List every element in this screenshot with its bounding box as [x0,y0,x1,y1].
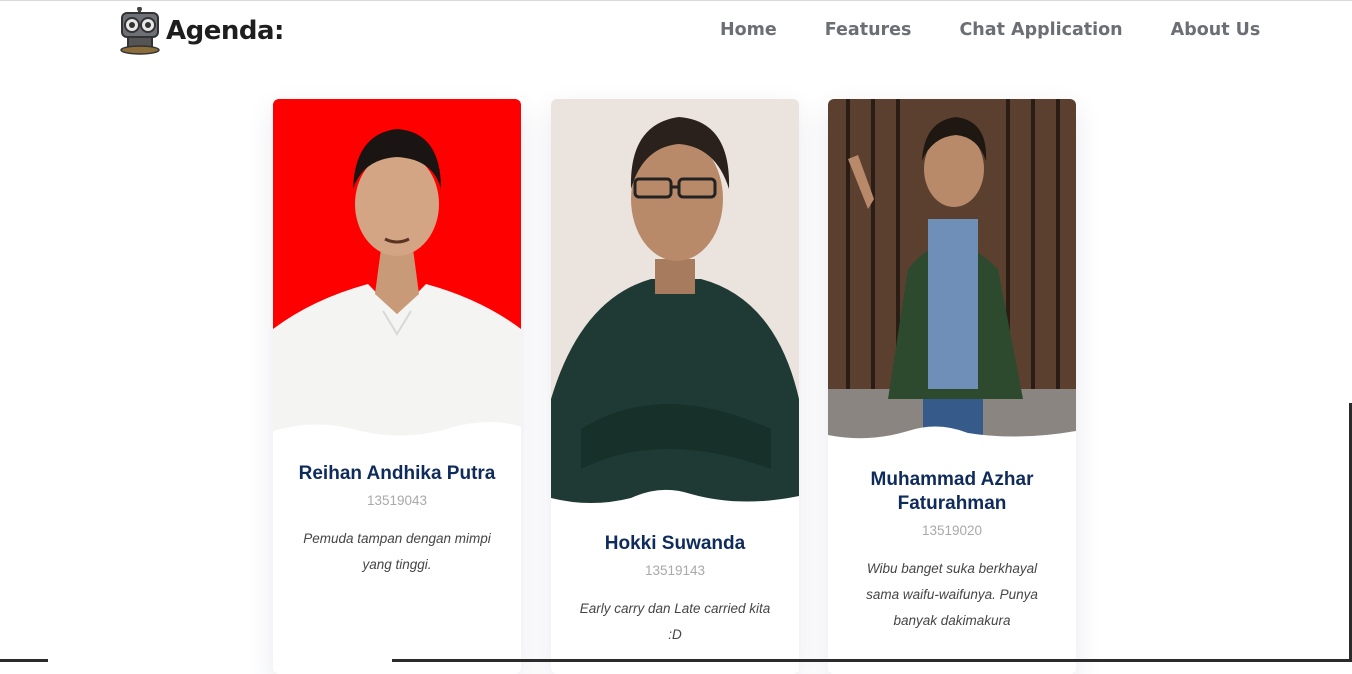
navbar: Agenda: Home Features Chat Application A… [0,1,1352,65]
nav-link-home[interactable]: Home [720,20,777,40]
member-description: Pemuda tampan dengan mimpi yang tinggi. [303,531,491,572]
member-photo [828,99,1076,457]
nav-link-features[interactable]: Features [825,20,912,40]
member-description: Wibu banget suka berkhayal sama waifu-wa… [866,561,1038,628]
member-nim: 13519143 [644,563,706,578]
member-nim: 13519043 [366,493,428,508]
member-name: Hokki Suwanda [604,533,746,554]
team-card: Hokki Suwanda 13519143 Early carry dan L… [551,99,799,674]
member-nim: 13519020 [921,523,983,538]
brand-name: Agenda: [166,16,284,46]
member-name: Muhammad Azhar Faturahman [870,469,1034,514]
main-nav: Home Features Chat Application About Us [720,20,1260,40]
member-description: Early carry dan Late carried kita :D [579,601,771,642]
team-card: Muhammad Azhar Faturahman 13519020 Wibu … [828,99,1076,674]
member-name: Reihan Andhika Putra [298,463,496,484]
brand-logo[interactable]: Agenda: [119,7,284,55]
member-photo [273,99,521,457]
nav-link-about-us[interactable]: About Us [1171,20,1261,40]
team-card: Reihan Andhika Putra 13519043 Pemuda tam… [273,99,521,674]
robot-icon [120,7,160,55]
nav-link-chat-application[interactable]: Chat Application [959,20,1122,40]
member-photo [551,99,799,524]
